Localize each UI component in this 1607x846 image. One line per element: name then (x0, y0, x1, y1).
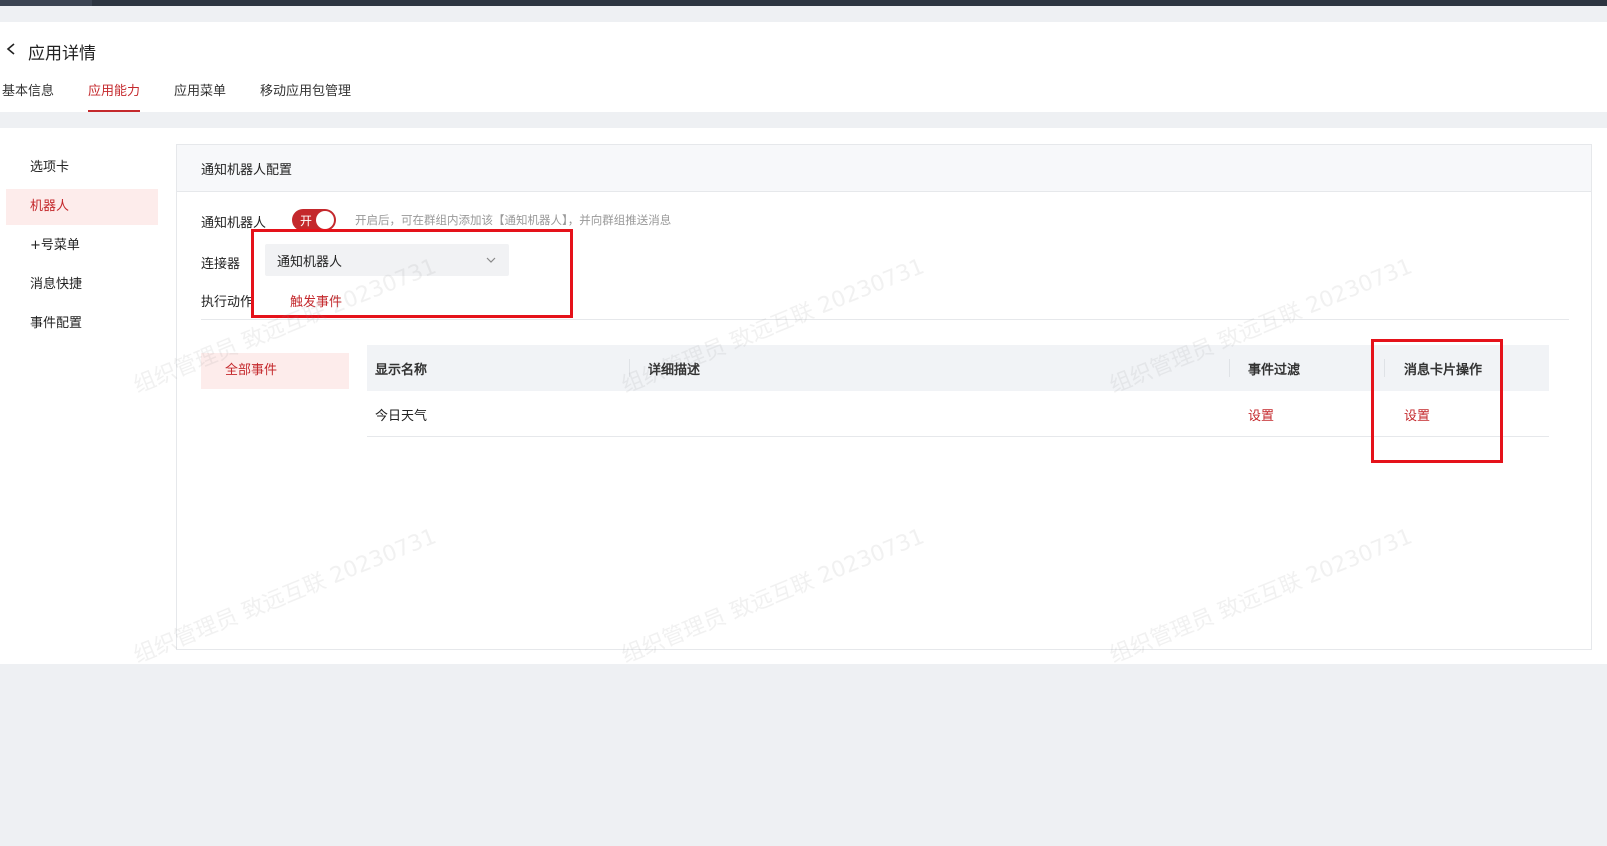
robot-config-panel: 通知机器人配置 通知机器人 开 开启后，可在群组内添加该【通知机器人】，并向群组… (176, 144, 1592, 650)
divider (201, 319, 1569, 320)
sidebar-item-event-config[interactable]: 事件配置 (6, 306, 158, 342)
toggle-text: 开 (300, 214, 313, 228)
event-name: 今日天气 (375, 409, 428, 424)
column-header-name: 显示名称 (375, 363, 428, 378)
toggle-knob (316, 211, 334, 229)
tab-app-capability[interactable]: 应用能力 (88, 80, 141, 112)
table-header: 显示名称 详细描述 事件过滤 消息卡片操作 (367, 345, 1549, 391)
column-separator (1229, 359, 1230, 377)
card-action-setting-link[interactable]: 设置 (1404, 405, 1430, 424)
tab-mobile-package[interactable]: 移动应用包管理 (260, 80, 351, 112)
content-area: 选项卡 机器人 +号菜单 消息快捷 事件配置 通知机器人配置 通知机器人 开 开… (0, 128, 1607, 664)
tab-all-events[interactable]: 全部事件 (201, 353, 349, 389)
connector-select-value: 通知机器人 (277, 255, 343, 270)
back-button[interactable] (4, 38, 20, 60)
tab-app-menu[interactable]: 应用菜单 (174, 80, 226, 112)
connector-select[interactable]: 通知机器人 (265, 244, 509, 276)
top-app-bar-segment (0, 0, 92, 6)
column-separator (1384, 359, 1385, 377)
page-title: 应用详情 (28, 44, 96, 64)
connector-label: 连接器 (201, 257, 241, 272)
page-header: 应用详情 基本信息 应用能力 应用菜单 移动应用包管理 (0, 22, 1607, 112)
robot-label: 通知机器人 (201, 216, 267, 231)
chevron-down-icon (486, 257, 496, 263)
trigger-event-link[interactable]: 触发事件 (290, 291, 342, 310)
panel-title: 通知机器人配置 (201, 163, 293, 178)
top-app-bar (0, 0, 1607, 6)
column-header-filter: 事件过滤 (1248, 363, 1301, 378)
column-header-card-action: 消息卡片操作 (1404, 363, 1483, 378)
event-filter-setting-link[interactable]: 设置 (1248, 405, 1274, 424)
action-label: 执行动作 (201, 295, 254, 310)
toggle-hint: 开启后，可在群组内添加该【通知机器人】，并向群组推送消息 (355, 213, 672, 227)
column-header-description: 详细描述 (648, 363, 701, 378)
sidebar-item-plus-menu[interactable]: +号菜单 (6, 228, 158, 264)
sidebar-item-tabs[interactable]: 选项卡 (6, 150, 158, 186)
robot-toggle[interactable]: 开 (292, 209, 336, 231)
chevron-left-icon (6, 43, 15, 55)
column-separator (629, 359, 630, 377)
panel-header: 通知机器人配置 (177, 145, 1591, 192)
tab-basic-info[interactable]: 基本信息 (2, 80, 54, 112)
table-row: 今日天气 设置 设置 (367, 391, 1549, 437)
sidebar-item-robot[interactable]: 机器人 (6, 189, 158, 225)
sidebar-item-message-shortcut[interactable]: 消息快捷 (6, 267, 158, 303)
